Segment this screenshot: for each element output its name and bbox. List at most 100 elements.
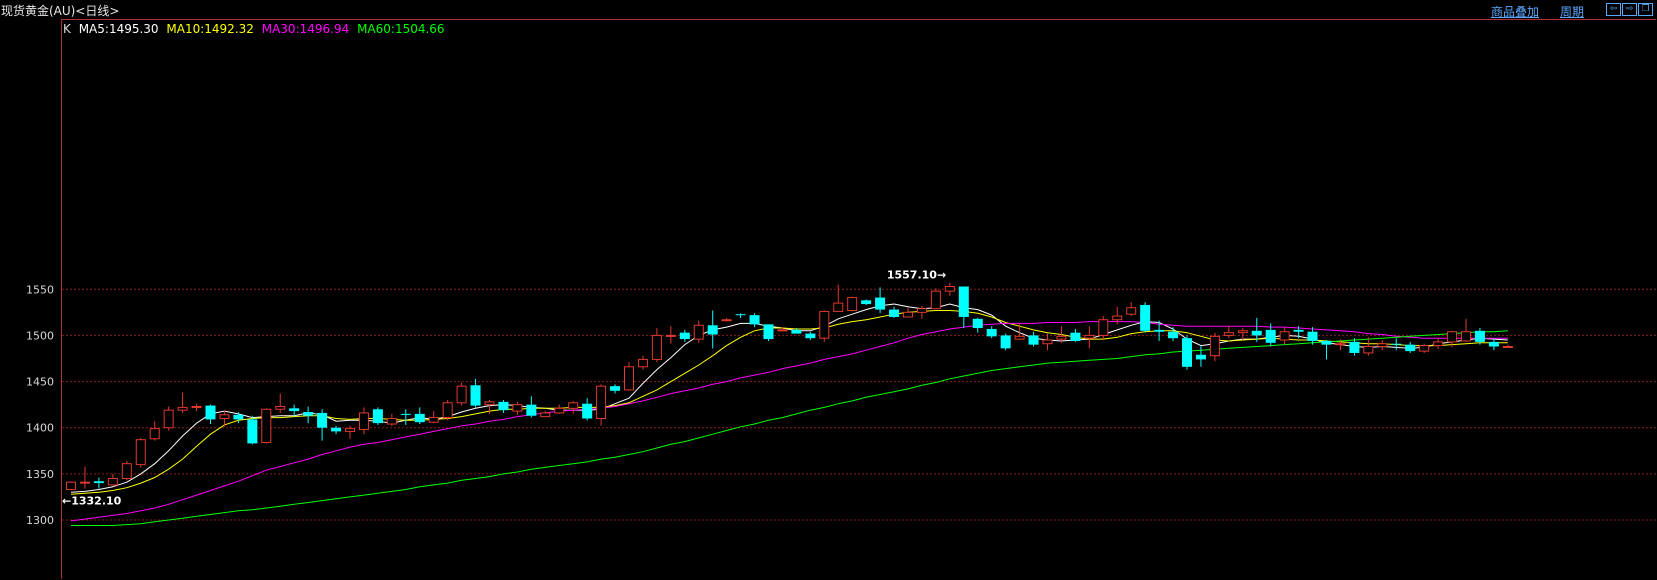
candle-body <box>1126 307 1137 315</box>
candle-body <box>386 417 397 425</box>
candle-body <box>414 413 425 423</box>
candle-body <box>275 405 286 410</box>
candle-body <box>1377 343 1388 347</box>
candle <box>1070 328 1081 342</box>
candle-body <box>610 386 621 391</box>
candlestick-chart[interactable]: 1300 1350 1400 1450 1500 1550 1557.10→ ←1332.1… <box>0 0 1657 580</box>
candle <box>1307 327 1318 345</box>
candle-body <box>526 404 537 416</box>
candle-body <box>219 414 230 419</box>
moving-averages <box>70 303 1508 526</box>
candle-body <box>637 358 648 368</box>
candle <box>624 362 634 391</box>
candle-body <box>66 481 76 491</box>
candle-body <box>372 409 383 424</box>
candle <box>526 396 537 418</box>
candle-body <box>651 334 662 360</box>
y-tick-label: 1500 <box>26 329 54 342</box>
candle-body <box>512 404 523 412</box>
candle-body <box>568 402 579 409</box>
candle <box>1237 328 1248 341</box>
candle-body <box>735 314 746 316</box>
y-axis: 1300 1350 1400 1450 1500 1550 <box>26 283 54 527</box>
candle-body <box>261 408 272 443</box>
candle-body <box>1223 332 1234 336</box>
candle <box>1377 340 1388 351</box>
candle <box>1223 326 1234 339</box>
candle-body <box>1112 315 1123 321</box>
candle <box>1209 332 1220 362</box>
candle <box>1042 333 1053 351</box>
candle-body <box>930 290 941 310</box>
candle-body <box>679 332 690 340</box>
candle-body <box>665 334 676 337</box>
candle-body <box>861 300 872 305</box>
candle-body <box>1084 334 1095 339</box>
candle <box>958 286 969 329</box>
candle <box>428 411 439 424</box>
candle-body <box>1140 304 1151 331</box>
y-tick-label: 1400 <box>26 422 54 435</box>
candle-body <box>833 302 844 312</box>
annotations: 1557.10→ ←1332.10 <box>62 269 946 508</box>
candle-body <box>958 286 969 317</box>
candle <box>805 331 816 341</box>
candle-body <box>498 401 509 411</box>
candle <box>1195 345 1206 367</box>
candle <box>1098 316 1109 341</box>
candle-body <box>303 412 314 416</box>
candle-body <box>1391 343 1402 345</box>
candle-body <box>205 405 216 420</box>
candle-body <box>1293 329 1304 332</box>
candle <box>149 421 160 441</box>
candle-body <box>777 329 788 332</box>
candle <box>707 310 718 349</box>
candle <box>205 404 216 425</box>
candle <box>1168 327 1179 341</box>
candle-body <box>1447 331 1458 343</box>
candle-body <box>1502 345 1513 348</box>
candle-body <box>944 286 955 292</box>
candle <box>442 400 453 421</box>
candle <box>177 392 188 413</box>
candle-body <box>233 414 244 420</box>
candle-body <box>1209 335 1220 357</box>
candle <box>1028 331 1039 347</box>
candle <box>79 466 90 489</box>
candle-body <box>1279 331 1290 341</box>
candle <box>303 406 314 424</box>
candle <box>1363 337 1374 356</box>
candle-body <box>177 406 188 411</box>
candle <box>679 329 690 342</box>
candle <box>554 404 565 414</box>
candle <box>889 306 900 318</box>
candle <box>875 287 886 314</box>
candle-body <box>986 328 997 337</box>
candle <box>1140 302 1151 333</box>
candle-body <box>358 412 369 431</box>
candle-body <box>247 419 258 444</box>
candle <box>540 411 551 418</box>
candle <box>1182 335 1192 370</box>
candle <box>749 313 760 328</box>
candle <box>610 384 621 394</box>
candle-body <box>582 403 593 419</box>
candle-body <box>1056 335 1067 340</box>
candle-body <box>484 401 495 406</box>
candle <box>372 407 383 425</box>
candle-body <box>107 477 118 486</box>
candle-body <box>763 324 774 340</box>
candle <box>582 398 593 421</box>
low-price-label: ←1332.10 <box>62 494 122 507</box>
candle <box>1391 338 1402 351</box>
candle-body <box>1461 331 1471 342</box>
candle-body <box>972 318 983 329</box>
candle <box>386 413 397 426</box>
candle <box>317 409 328 441</box>
candle <box>735 313 746 318</box>
candle-body <box>693 324 704 340</box>
candle-body <box>1433 341 1444 347</box>
candle <box>275 393 286 413</box>
candle-body <box>442 402 453 419</box>
candle-body <box>749 315 760 325</box>
